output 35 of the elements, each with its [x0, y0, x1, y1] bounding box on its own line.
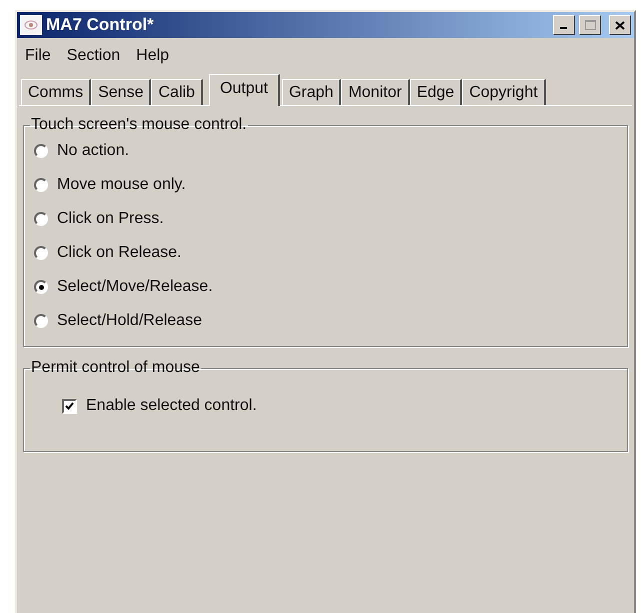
radio-button[interactable] [34, 178, 48, 192]
option-label: No action. [57, 142, 130, 160]
window-title: MA7 Control* [46, 15, 155, 35]
tab[interactable]: Edge [410, 79, 462, 105]
tab[interactable]: Calib [151, 79, 203, 105]
group-title: Permit control of mouse [30, 359, 201, 377]
maximize-button[interactable] [579, 15, 601, 35]
checkbox-label: Enable selected control. [86, 397, 257, 415]
tab[interactable]: Comms [21, 79, 92, 105]
tab[interactable]: Sense [91, 79, 152, 105]
option-label: Click on Press. [57, 210, 164, 228]
option-label: Select/Hold/Release [57, 312, 202, 330]
radio-button[interactable] [34, 280, 48, 294]
radio-button[interactable] [34, 144, 48, 158]
tab[interactable]: Output [208, 74, 280, 106]
checkbox[interactable] [62, 398, 77, 414]
radio-button[interactable] [34, 246, 48, 260]
app-icon [20, 15, 42, 35]
radio-button[interactable] [34, 314, 48, 328]
close-button[interactable] [609, 15, 631, 35]
tab[interactable]: Copyright [462, 79, 546, 105]
menu-item[interactable]: Help [136, 47, 170, 65]
group-title: Touch screen's mouse control. [30, 116, 248, 134]
menu-item[interactable]: File [25, 47, 51, 65]
maximize-icon [584, 20, 596, 30]
radio-button[interactable] [34, 212, 48, 226]
minimize-button[interactable] [553, 15, 575, 35]
option-label: Select/Move/Release. [57, 278, 213, 296]
menu-item[interactable]: Section [66, 47, 120, 65]
tab[interactable]: Graph [282, 79, 342, 105]
option-label: Click on Release. [57, 244, 182, 262]
option-label: Move mouse only. [57, 176, 186, 194]
tab[interactable]: Monitor [341, 79, 410, 105]
close-icon [615, 20, 625, 30]
check-icon [65, 402, 74, 410]
